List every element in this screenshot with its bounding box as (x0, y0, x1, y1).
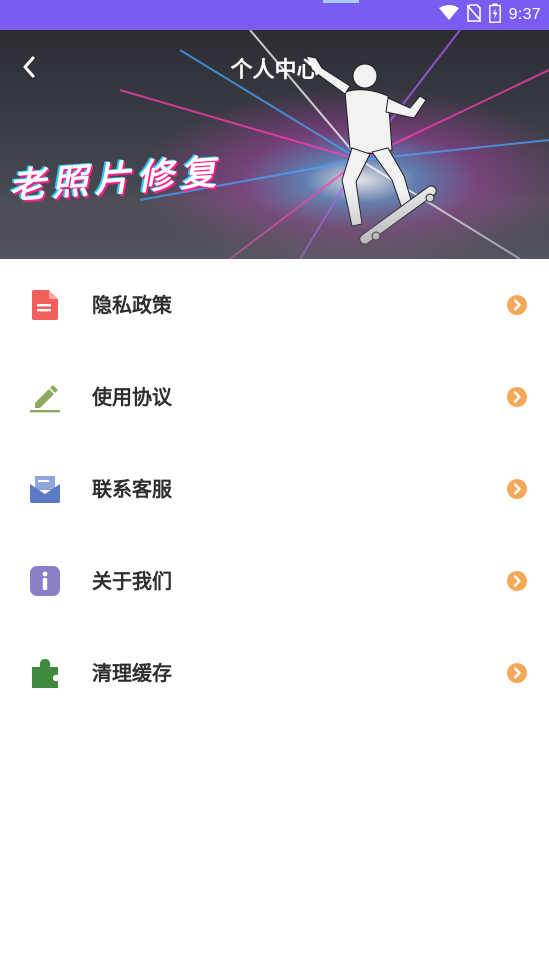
menu-item-label: 联系客服 (92, 477, 172, 501)
status-icons: 9:37 (438, 0, 541, 30)
status-time: 9:37 (508, 6, 541, 23)
menu-item-label: 隐私政策 (92, 293, 172, 317)
menu-item-label: 清理缓存 (92, 661, 172, 685)
chevron-right-icon (507, 479, 527, 499)
menu-item-clear-cache[interactable]: 清理缓存 (0, 627, 549, 719)
status-indicator (323, 0, 359, 3)
chevron-right-icon (507, 663, 527, 683)
menu-item-terms-of-use[interactable]: 使用协议 (0, 351, 549, 443)
menu-item-contact-support[interactable]: 联系客服 (0, 443, 549, 535)
status-bar: 9:37 (0, 0, 549, 30)
document-icon (28, 288, 62, 322)
battery-charging-icon (488, 3, 501, 27)
wifi-icon (438, 5, 459, 25)
menu-item-about-us[interactable]: 关于我们 (0, 535, 549, 627)
mail-icon (28, 472, 62, 506)
chevron-right-icon (507, 387, 527, 407)
info-icon (28, 564, 62, 598)
header-banner: 个人中心 老照片修复 (0, 30, 549, 259)
no-sim-icon (466, 4, 482, 26)
menu-item-label: 关于我们 (92, 569, 172, 593)
chevron-right-icon (507, 571, 527, 591)
page-title: 个人中心 (230, 58, 319, 83)
settings-menu: 隐私政策 使用协议 联系客服 关于我们 清理缓存 (0, 259, 549, 719)
chevron-right-icon (507, 295, 527, 315)
puzzle-icon (28, 656, 62, 690)
pencil-icon (28, 380, 62, 414)
menu-item-label: 使用协议 (92, 385, 172, 409)
menu-item-privacy-policy[interactable]: 隐私政策 (0, 259, 549, 351)
